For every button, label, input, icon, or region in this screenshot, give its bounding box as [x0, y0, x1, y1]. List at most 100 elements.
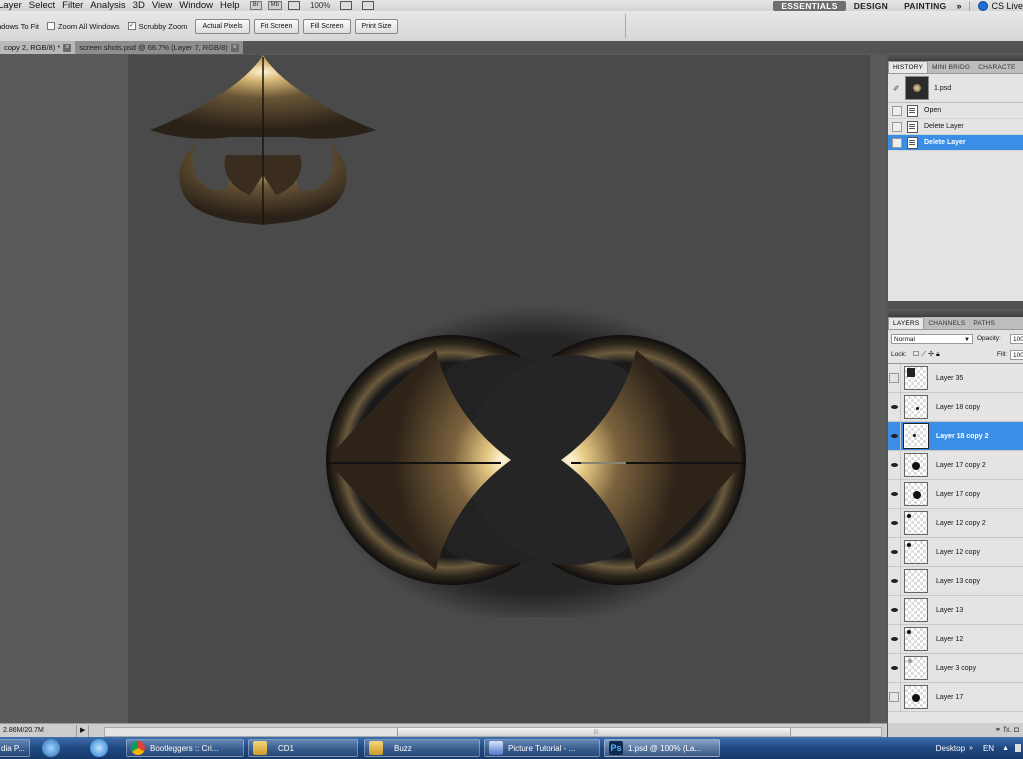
tab-history[interactable]: HISTORY	[888, 61, 929, 73]
visibility-toggle[interactable]	[888, 364, 901, 392]
menu-analysis[interactable]: Analysis	[90, 0, 125, 11]
taskbar-item-word[interactable]: Picture Tutorial - ...	[484, 739, 600, 757]
layer-row-active[interactable]: Layer 18 copy 2	[888, 422, 1023, 451]
scrollbar-thumb[interactable]: |||	[397, 728, 791, 736]
layer-row[interactable]: Layer 35	[888, 364, 1023, 393]
workspace-design[interactable]: DESIGN	[846, 1, 896, 11]
history-snapshot[interactable]: ✐ 1.psd	[888, 74, 1023, 103]
visibility-toggle[interactable]	[888, 422, 901, 450]
history-panel-tabs: HISTORY MINI BRIDG CHARACTE	[888, 61, 1023, 74]
tray-arrow-icon[interactable]: ▲	[1002, 745, 1009, 752]
fill-screen-button[interactable]: Fill Screen	[303, 18, 351, 34]
menu-3d[interactable]: 3D	[133, 0, 145, 11]
scrubby-zoom-checkbox[interactable]: ✓ Scrubby Zoom	[127, 22, 187, 31]
horizontal-scrollbar[interactable]: |||	[104, 727, 882, 737]
layer-row[interactable]: Layer 12 copy 2	[888, 509, 1023, 538]
history-state[interactable]: Delete Layer	[888, 119, 1023, 135]
desktop-toolbar[interactable]: Desktop	[936, 744, 965, 753]
tab-document-2[interactable]: screen shots.psd @ 66.7% (Layer 7, RGB/8…	[75, 41, 243, 54]
chrome-icon	[131, 741, 145, 755]
layer-row[interactable]: Layer 18 copy	[888, 393, 1023, 422]
arrange-documents-icon[interactable]	[340, 1, 353, 10]
layer-thumbnail	[904, 656, 928, 680]
taskbar-item-media[interactable]: dia P...	[0, 739, 30, 757]
fill-field[interactable]: 100	[1010, 350, 1023, 360]
visibility-toggle[interactable]	[888, 393, 901, 421]
more-workspaces-button[interactable]: »	[956, 1, 961, 11]
layer-row[interactable]: Layer 13 copy	[888, 567, 1023, 596]
taskbar-item-label: Buzz	[394, 743, 412, 753]
visibility-toggle[interactable]	[888, 509, 901, 537]
add-mask-icon[interactable]: ◘	[1014, 725, 1019, 734]
visibility-toggle[interactable]	[888, 480, 901, 508]
visibility-toggle[interactable]	[888, 451, 901, 479]
visibility-toggle[interactable]	[888, 625, 901, 653]
menu-window[interactable]: Window	[179, 0, 213, 11]
close-icon[interactable]: ×	[230, 43, 239, 52]
history-state[interactable]: Open	[888, 103, 1023, 119]
layer-row[interactable]: Layer 17	[888, 683, 1023, 712]
tab-document-1[interactable]: copy 2, RGB/8) * ×	[0, 41, 76, 54]
layer-row[interactable]: Layer 17 copy 2	[888, 451, 1023, 480]
tab-paths[interactable]: PATHS	[969, 318, 999, 329]
taskbar-item-chrome[interactable]: Bootleggers :: Cri...	[126, 739, 244, 757]
eye-icon	[890, 434, 898, 438]
layer-row[interactable]: Layer 13	[888, 596, 1023, 625]
screen-mode-icon[interactable]	[362, 1, 375, 10]
more-icon[interactable]: »	[969, 745, 973, 752]
bridge-button[interactable]: Br	[249, 1, 262, 10]
menu-view[interactable]: View	[152, 0, 172, 11]
menu-select[interactable]: Select	[29, 0, 55, 11]
lock-icons[interactable]: ☐⟋✢🔒︎	[913, 350, 942, 359]
taskbar-item-buzz[interactable]: Buzz	[364, 739, 480, 757]
layer-row[interactable]: Layer 17 copy	[888, 480, 1023, 509]
visibility-toggle[interactable]	[888, 596, 901, 624]
fit-screen-button[interactable]: Fit Screen	[253, 18, 300, 34]
zoom-all-checkbox-box[interactable]	[46, 22, 55, 30]
internet-explorer-icon[interactable]	[90, 739, 108, 757]
visibility-toggle[interactable]	[888, 654, 901, 682]
tab-channels[interactable]: CHANNELS	[924, 318, 969, 329]
menu-layer[interactable]: Layer	[0, 0, 22, 11]
tab-layers[interactable]: LAYERS	[888, 317, 925, 329]
cs-live-button[interactable]: CS Live	[969, 0, 1023, 11]
language-indicator[interactable]: EN	[983, 744, 994, 753]
print-size-button[interactable]: Print Size	[354, 18, 399, 34]
zoom-level-dropdown[interactable]: 100%	[310, 1, 330, 10]
layer-row[interactable]: Layer 12 copy	[888, 538, 1023, 567]
layer-style-button[interactable]: fx.	[1003, 725, 1011, 734]
zoom-all-windows-checkbox[interactable]: Zoom All Windows	[46, 22, 120, 31]
taskbar-item-photoshop[interactable]: Ps 1.psd @ 100% (La...	[604, 739, 720, 757]
flag-icon[interactable]	[1015, 744, 1021, 752]
actual-pixels-button[interactable]: Actual Pixels	[195, 18, 250, 34]
visibility-toggle[interactable]	[888, 567, 901, 595]
visibility-toggle[interactable]	[888, 683, 901, 711]
blend-mode-select[interactable]: Normal ▼	[891, 334, 973, 344]
close-icon[interactable]: ×	[63, 43, 72, 52]
layer-thumbnail	[904, 395, 928, 419]
minibridge-button[interactable]: Mb	[267, 1, 282, 10]
menu-help[interactable]: Help	[220, 0, 240, 11]
visibility-toggle[interactable]	[888, 538, 901, 566]
brush-source-icon[interactable]: ✐	[893, 84, 903, 93]
resize-windows-checkbox[interactable]: ndows To Fit	[0, 22, 39, 31]
history-source-box[interactable]	[892, 137, 902, 148]
opacity-field[interactable]: 100	[1010, 334, 1023, 344]
menu-filter[interactable]: Filter	[62, 0, 83, 11]
scrubby-zoom-checkbox-box[interactable]: ✓	[127, 22, 136, 30]
layers-panel-header[interactable]	[888, 309, 1023, 317]
workspace-painting[interactable]: PAINTING	[896, 1, 954, 11]
history-source-box[interactable]	[892, 105, 902, 116]
layer-row[interactable]: Layer 3 copy	[888, 654, 1023, 683]
history-state-active[interactable]: Delete Layer	[888, 135, 1023, 151]
tab-mini-bridge[interactable]: MINI BRIDG	[928, 62, 974, 73]
layer-row[interactable]: Layer 12	[888, 625, 1023, 654]
history-panel-header[interactable]	[888, 53, 1023, 61]
tab-character[interactable]: CHARACTE	[974, 62, 1019, 73]
quick-launch-icon[interactable]	[42, 739, 60, 757]
taskbar-item-cd1[interactable]: CD1	[248, 739, 358, 757]
status-menu-arrow[interactable]: ▶	[77, 725, 90, 737]
view-extras-icon[interactable]	[287, 1, 300, 10]
history-source-box[interactable]	[892, 121, 902, 132]
workspace-essentials[interactable]: ESSENTIALS	[773, 0, 846, 11]
